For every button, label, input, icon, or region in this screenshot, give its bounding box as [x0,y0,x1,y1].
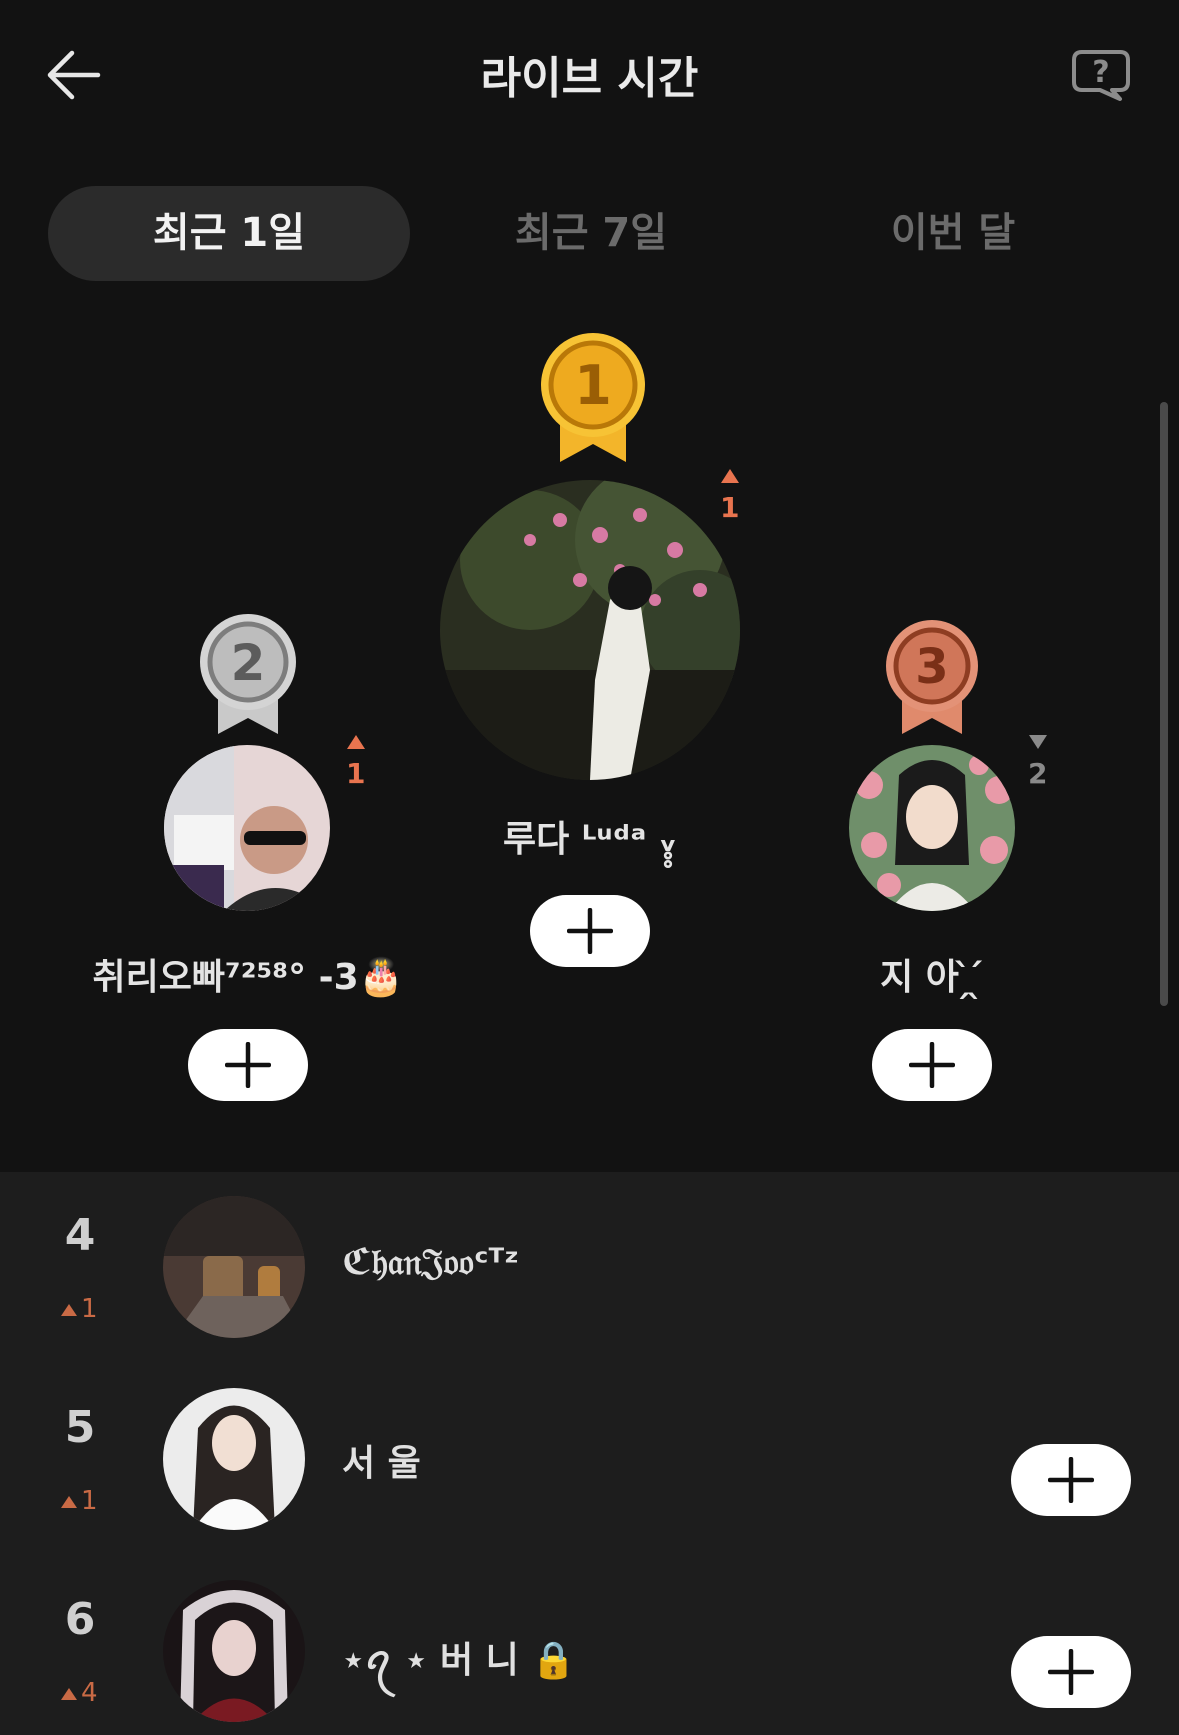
list-item[interactable]: 6 4 ⋆ꪖ ⋆ 버 니 🔒 [0,1556,1179,1726]
rank-change-up: 1 [720,458,744,524]
page-title: 라이브 시간 [480,53,699,104]
rank-change-up: 1 [346,724,370,790]
list-item-name: ℭ𝔥𝔞𝔫𝔍𝔬𝔬ᶜᵀᶻ [342,1242,520,1283]
triangle-down-icon [1029,735,1047,749]
plus-icon [567,908,613,954]
header: 라이브 시간 ? [0,0,1179,150]
triangle-up-icon [347,735,365,749]
avatar[interactable] [163,1388,305,1530]
avatar[interactable] [163,1580,305,1722]
rank-change-up: 4 [60,1678,98,1708]
rank-change-up: 1 [60,1486,98,1516]
period-tabs: 최근 1일 최근 7일 이번 달 [48,186,1138,281]
rank-number: 6 [64,1594,96,1645]
plus-icon [225,1042,271,1088]
avatar[interactable] [440,480,740,780]
list-item[interactable]: 4 1 ℭ𝔥𝔞𝔫𝔍𝔬𝔬ᶜᵀᶻ [0,1172,1179,1342]
svg-text:?: ? [1092,55,1109,90]
avatar[interactable] [163,1196,305,1338]
add-button[interactable] [1011,1636,1131,1708]
triangle-up-icon [721,469,739,483]
add-button[interactable] [530,895,650,967]
add-button[interactable] [188,1029,308,1101]
rank-number: 1 [574,354,612,417]
podium-name: 루다 ᴸᵘᵈᵃ ᵥ̥̥ [503,819,677,860]
tab-recent-7-days[interactable]: 최근 7일 [410,186,772,281]
rank-number: 4 [64,1210,96,1261]
bronze-medal-icon: 3 [886,620,978,734]
rank-number: 5 [64,1402,96,1453]
gold-medal-icon: 1 [541,333,645,462]
triangle-up-icon [61,1303,77,1316]
ranking-list: 4 1 ℭ𝔥𝔞𝔫𝔍𝔬𝔬ᶜᵀᶻ 5 1 서 울 6 4 ⋆ꪖ ⋆ 버 니 🔒 [0,1172,1179,1735]
podium-name: 취리오빠⁷²⁵⁸° -3🎂 [92,957,404,998]
help-button[interactable]: ? [1070,48,1132,102]
plus-icon [1048,1649,1094,1695]
plus-icon [909,1042,955,1088]
avatar[interactable] [849,745,1015,911]
rank-change-down: 2 [1028,724,1052,790]
add-button[interactable] [872,1029,992,1101]
list-item[interactable]: 5 1 서 울 [0,1364,1179,1534]
rank-number: 2 [231,634,266,692]
silver-medal-icon: 2 [200,614,296,734]
scrollbar[interactable] [1160,402,1168,1006]
plus-icon [1048,1457,1094,1503]
tab-this-month[interactable]: 이번 달 [772,186,1134,281]
tab-recent-1-day[interactable]: 최근 1일 [48,186,410,281]
list-item-name: 서 울 [342,1443,421,1484]
triangle-up-icon [61,1687,77,1700]
rank-change-up: 1 [60,1294,98,1324]
avatar[interactable] [164,745,330,911]
add-button[interactable] [1011,1444,1131,1516]
list-item-name: ⋆ꪖ ⋆ 버 니 🔒 [342,1640,577,1681]
triangle-up-icon [61,1495,77,1508]
question-bubble-icon: ? [1072,50,1130,101]
podium-name: 지 아 ̗̀ ̖́ [880,957,984,998]
rank-number: 3 [915,639,948,695]
